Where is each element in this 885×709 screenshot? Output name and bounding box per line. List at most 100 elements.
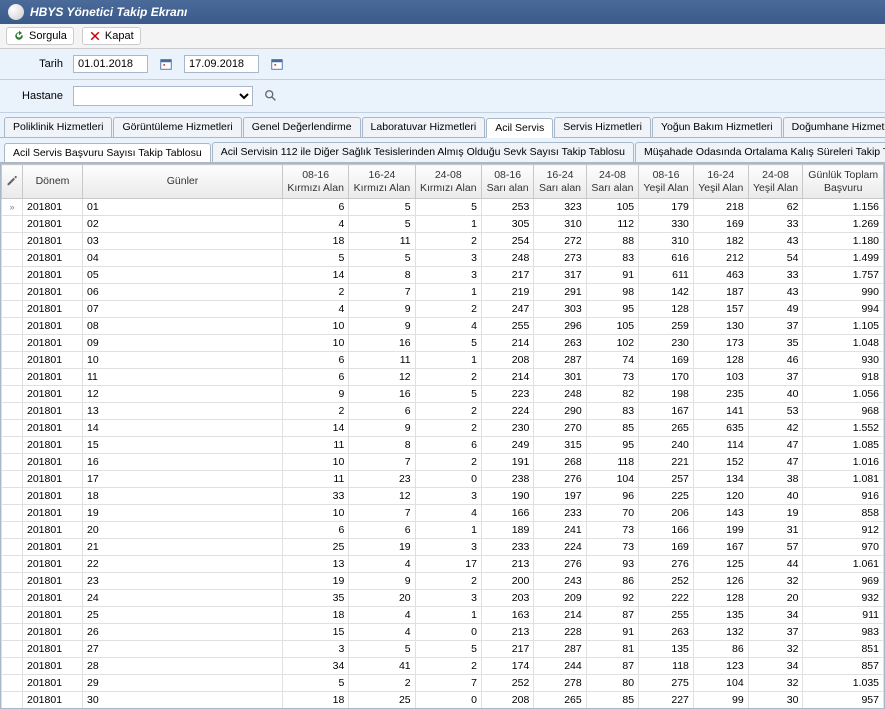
table-row[interactable]: 20180127355217287811358632851	[2, 641, 884, 658]
table-row[interactable]: 201801161072191268118221152471.016	[2, 454, 884, 471]
table-row[interactable]: 2018012615402132289126313237983	[2, 624, 884, 641]
table-row[interactable]: 20180102451305310112330169331.269	[2, 216, 884, 233]
cell-value: 126	[693, 573, 748, 590]
cell-value: 213	[481, 556, 533, 573]
tab-main-0[interactable]: Poliklinik Hizmetleri	[4, 117, 112, 137]
cell-value: 12	[349, 488, 415, 505]
cell-donem: 201801	[23, 607, 83, 624]
column-header[interactable]: 16-24 Kırmızı Alan	[349, 165, 415, 199]
table-row[interactable]: 20180124352032032099222212820932	[2, 590, 884, 607]
column-header[interactable]: Günlük Toplam Başvuru	[803, 165, 884, 199]
cell-value: 911	[803, 607, 884, 624]
cell-value: 241	[534, 522, 586, 539]
table-row[interactable]: 20180112916522324882198235401.056	[2, 386, 884, 403]
table-row[interactable]: 201801074922473039512815749994	[2, 301, 884, 318]
table-row[interactable]: 20180118331231901979622512040916	[2, 488, 884, 505]
grid[interactable]: DönemGünler08-16 Kırmızı Alan16-24 Kırmı…	[0, 163, 885, 709]
cell-value: 33	[283, 488, 349, 505]
column-header[interactable]: 24-08 Sarı alan	[586, 165, 638, 199]
column-header[interactable]: Günler	[83, 165, 283, 199]
table-row[interactable]: 2018011910741662337020614319858	[2, 505, 884, 522]
table-row[interactable]: 201801031811225427288310182431.180	[2, 233, 884, 250]
query-button[interactable]: Sorgula	[6, 27, 74, 45]
close-button[interactable]: Kapat	[82, 27, 141, 45]
tab-main-3[interactable]: Laboratuvar Hizmetleri	[362, 117, 486, 137]
calendar-from-icon[interactable]	[158, 56, 174, 72]
calendar-to-icon[interactable]	[269, 56, 285, 72]
cell-gun: 30	[83, 692, 283, 709]
cell-value: 243	[534, 573, 586, 590]
cell-value: 19	[349, 539, 415, 556]
cell-value: 104	[693, 675, 748, 692]
table-row[interactable]: 2018010910165214263102230173351.048	[2, 335, 884, 352]
table-row[interactable]: 201801081094255296105259130371.105	[2, 318, 884, 335]
cell-value: 118	[639, 658, 694, 675]
cell-value: 182	[693, 233, 748, 250]
cell-value: 163	[481, 607, 533, 624]
cell-value: 6	[283, 522, 349, 539]
column-header[interactable]: 24-08 Yeşil Alan	[748, 165, 803, 199]
cell-value: 616	[639, 250, 694, 267]
cell-value: 221	[639, 454, 694, 471]
table-row[interactable]: 20180121251932332247316916757970	[2, 539, 884, 556]
row-indicator	[2, 352, 23, 369]
table-row[interactable]: 201801132622242908316714153968	[2, 403, 884, 420]
column-header[interactable]: 08-16 Yeşil Alan	[639, 165, 694, 199]
table-row[interactable]: 201801206611892417316619931912	[2, 522, 884, 539]
column-header[interactable]: 08-16 Sarı alan	[481, 165, 533, 199]
table-row[interactable]: 201801062712192919814218743990	[2, 284, 884, 301]
table-row[interactable]: 2018011061112082877416912846930	[2, 352, 884, 369]
table-row[interactable]: 20180114149223027085265635421.552	[2, 420, 884, 437]
cell-value: 189	[481, 522, 533, 539]
tab-main-5[interactable]: Servis Hizmetleri	[554, 117, 651, 137]
cell-value: 14	[283, 267, 349, 284]
column-header[interactable]: 16-24 Yeşil Alan	[693, 165, 748, 199]
cell-value: 247	[481, 301, 533, 318]
table-row[interactable]: »20180101655253323105179218621.156	[2, 199, 884, 216]
date-from-input[interactable]	[73, 55, 148, 73]
table-row[interactable]: 2018011161222143017317010337918	[2, 369, 884, 386]
cell-donem: 201801	[23, 437, 83, 454]
tab-sub-1[interactable]: Acil Servisin 112 ile Diğer Sağlık Tesis…	[212, 142, 634, 162]
column-header[interactable]: Dönem	[23, 165, 83, 199]
table-row[interactable]: 20180105148321731791611463331.757	[2, 267, 884, 284]
table-row[interactable]: 2018010455324827383616212541.499	[2, 250, 884, 267]
cell-value: 9	[349, 318, 415, 335]
config-column-icon[interactable]	[2, 165, 23, 199]
hospital-select[interactable]	[73, 86, 253, 106]
tab-main-6[interactable]: Yoğun Bakım Hizmetleri	[652, 117, 782, 137]
tab-main-1[interactable]: Görüntüleme Hizmetleri	[113, 117, 241, 137]
cell-gun: 08	[83, 318, 283, 335]
table-row[interactable]: 2018013018250208265852279930957	[2, 692, 884, 709]
cell-gun: 22	[83, 556, 283, 573]
cell-value: 105	[586, 318, 638, 335]
cell-value: 152	[693, 454, 748, 471]
table-row[interactable]: 2018011711230238276104257134381.081	[2, 471, 884, 488]
date-to-input[interactable]	[184, 55, 259, 73]
column-header[interactable]: 16-24 Sarı alan	[534, 165, 586, 199]
tab-main-2[interactable]: Genel Değerlendirme	[243, 117, 361, 137]
cell-value: 83	[586, 250, 638, 267]
cell-value: 167	[639, 403, 694, 420]
cell-gun: 07	[83, 301, 283, 318]
tab-sub-2[interactable]: Müşahade Odasında Ortalama Kalış Süreler…	[635, 142, 885, 162]
cell-value: 96	[586, 488, 638, 505]
table-row[interactable]: 2018012518411632148725513534911	[2, 607, 884, 624]
table-row[interactable]: 2018012319922002438625212632969	[2, 573, 884, 590]
table-row[interactable]: 20180115118624931595240114471.085	[2, 437, 884, 454]
column-header[interactable]: 24-08 Kırmızı Alan	[415, 165, 481, 199]
tab-sub-0[interactable]: Acil Servis Başvuru Sayısı Takip Tablosu	[4, 143, 211, 163]
cell-donem: 201801	[23, 250, 83, 267]
table-row[interactable]: 201801221341721327693276125441.061	[2, 556, 884, 573]
cell-value: 1.048	[803, 335, 884, 352]
table-row[interactable]: 20180128344121742448711812334857	[2, 658, 884, 675]
cell-value: 169	[639, 352, 694, 369]
tab-main-4[interactable]: Acil Servis	[486, 118, 553, 138]
tab-main-7[interactable]: Doğumhane Hizmetleri	[783, 117, 885, 137]
cell-value: 73	[586, 522, 638, 539]
cell-value: 9	[349, 420, 415, 437]
cell-value: 259	[639, 318, 694, 335]
search-icon[interactable]	[263, 88, 279, 104]
table-row[interactable]: 2018012952725227880275104321.035	[2, 675, 884, 692]
column-header[interactable]: 08-16 Kırmızı Alan	[283, 165, 349, 199]
